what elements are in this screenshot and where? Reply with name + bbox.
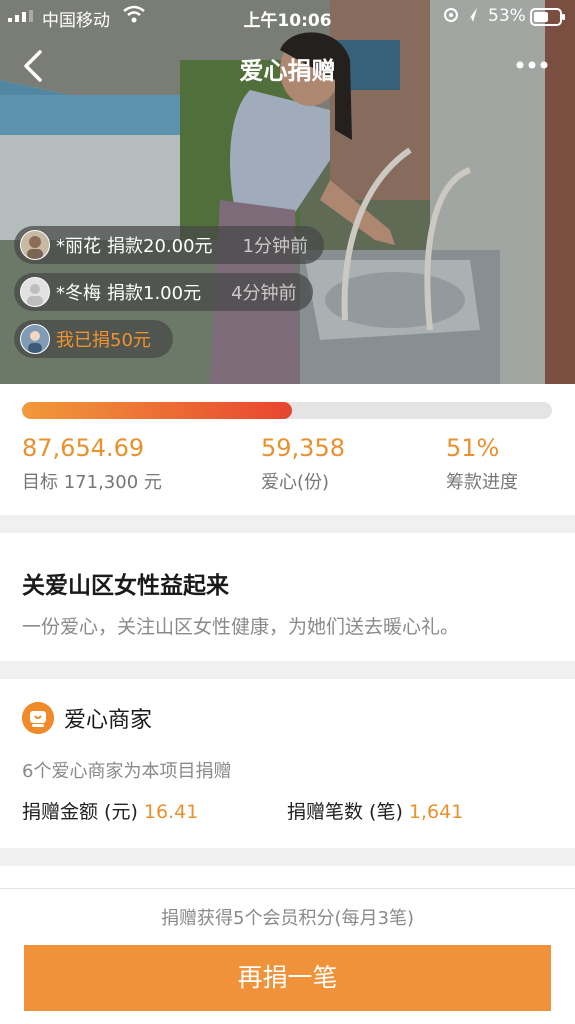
- progress-bar: [22, 402, 552, 419]
- donation-amount: 捐款1.00元: [107, 283, 202, 304]
- raised-amount: 87,654.69: [22, 434, 145, 462]
- goal-label: 目标 171,300 元: [22, 472, 162, 493]
- more-icon[interactable]: [510, 50, 554, 80]
- location-icon: [444, 8, 477, 22]
- donation-ticker-item: *丽花 捐款20.00元 1分钟前: [14, 226, 324, 264]
- project-description: 一份爱心，关注山区女性健康，为她们送去暖心礼。: [22, 616, 460, 638]
- merchant-count-value: 1,641: [408, 801, 464, 823]
- my-donation-text: 我已捐50元: [56, 330, 151, 351]
- donation-ticker-item: *冬梅 捐款1.00元 4分钟前: [14, 273, 313, 311]
- page-title: 爱心捐赠: [239, 57, 336, 85]
- donate-again-button[interactable]: 再捐一笔: [24, 945, 551, 1011]
- progress-fill: [22, 402, 293, 419]
- points-note: 捐赠获得5个会员积分(每月3笔): [161, 908, 414, 929]
- hearts-stat: 59,358 爱心(份): [261, 434, 345, 494]
- merchant-section-title: 爱心商家: [64, 708, 153, 733]
- hearts-count: 59,358: [261, 434, 345, 462]
- merchant-subtitle: 6个爱心商家为本项目捐赠: [22, 761, 232, 782]
- donation-time: 4分钟前: [231, 283, 297, 304]
- merchant-amount-value: 16.41: [143, 801, 199, 823]
- merchant-amount-label: 捐赠金额 (元): [22, 801, 138, 823]
- section-divider: [0, 661, 575, 679]
- hearts-label: 爱心(份): [261, 472, 330, 493]
- project-title: 关爱山区女性益起来: [22, 573, 229, 599]
- merchant-icon: [22, 702, 54, 734]
- progress-label: 筹款进度: [446, 472, 518, 493]
- merchant-amount: 捐赠金额 (元) 16.41: [22, 797, 198, 824]
- donation-amount: 捐款20.00元: [107, 236, 213, 257]
- my-donation-badge[interactable]: 我已捐50元: [14, 320, 173, 358]
- merchant-count: 捐赠笔数 (笔) 1,641: [287, 797, 463, 824]
- footer-divider: [0, 888, 575, 889]
- hero-image: 中国移动 上午10:06 53% 爱心捐赠 *丽花 捐款20.00元 1分钟前 …: [0, 0, 575, 384]
- avatar: [20, 277, 50, 307]
- raised-stat: 87,654.69 目标 171,300 元: [22, 434, 162, 494]
- section-divider: [0, 848, 575, 866]
- donation-time: 1分钟前: [242, 236, 308, 257]
- merchant-count-label: 捐赠笔数 (笔): [287, 801, 403, 823]
- nav-bar: 爱心捐赠: [0, 38, 575, 92]
- progress-percent: 51%: [446, 434, 500, 462]
- percent-stat: 51% 筹款进度: [446, 434, 518, 494]
- battery-percent: 53%: [488, 6, 526, 26]
- section-divider: [0, 515, 575, 533]
- avatar: [20, 230, 50, 260]
- battery-icon: [530, 8, 565, 26]
- donor-name: *丽花: [56, 236, 101, 257]
- status-bar: 中国移动 上午10:06 53%: [0, 0, 575, 32]
- avatar: [20, 324, 50, 354]
- merchant-section-header: 爱心商家: [22, 702, 152, 734]
- donor-name: *冬梅: [56, 283, 101, 304]
